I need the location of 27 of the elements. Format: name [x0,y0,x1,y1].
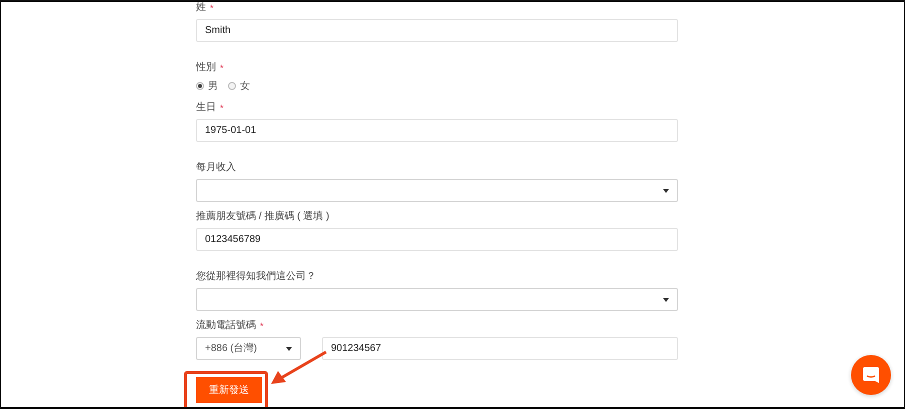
chat-button[interactable] [851,355,891,395]
radio-option[interactable]: 男 [196,79,218,93]
caret-icon [663,298,669,302]
radio-icon[interactable] [196,82,204,90]
phone-field[interactable]: 901234567 [322,337,678,360]
radio-icon[interactable] [228,82,236,90]
field-label: 流動電話號碼 [196,320,256,332]
required-mark: * [220,102,224,114]
field-label: 生日 [196,102,216,114]
field-label: 推薦朋友號碼 / 推廣碼 ( 選填 ) [196,211,330,223]
chat-icon [862,366,880,384]
field-label: 姓 [196,2,206,14]
required-mark: * [220,62,224,74]
dropdown-field[interactable] [196,288,678,311]
radio-option[interactable]: 女 [228,79,250,93]
required-mark: * [260,320,264,332]
field-label: 性別 [196,62,216,74]
text-field[interactable]: Smith [196,19,678,42]
caret-icon [663,188,669,192]
dropdown-field[interactable] [196,179,678,202]
caret-icon [286,346,292,350]
text-field[interactable]: 0123456789 [196,228,678,251]
field-label: 您從那裡得知我們這公司？ [196,271,316,283]
country-dropdown[interactable]: +886 (台灣) [196,337,301,360]
field-label: 每月收入 [196,162,236,174]
required-mark: * [210,2,214,14]
text-field[interactable]: 1975-01-01 [196,119,678,142]
